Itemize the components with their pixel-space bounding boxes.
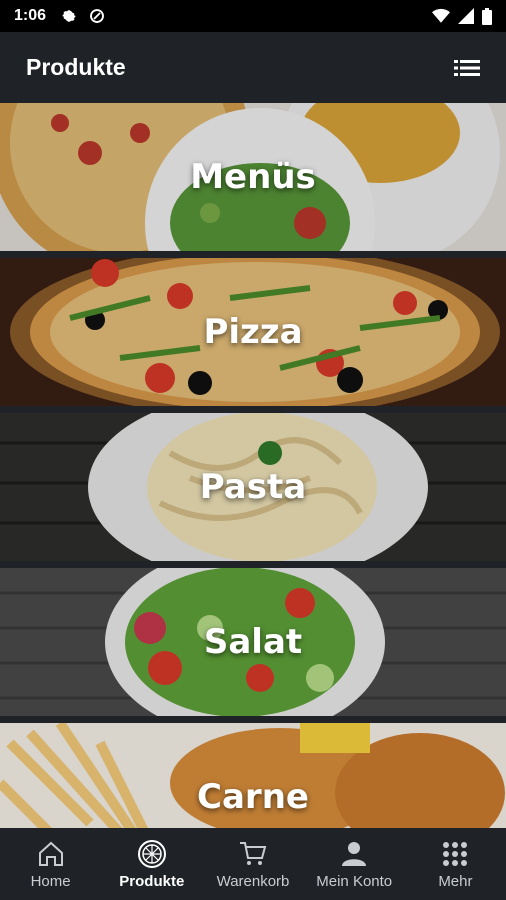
- signal-icon: [458, 8, 474, 24]
- wifi-icon: [432, 8, 450, 23]
- nav-mehr[interactable]: Mehr: [405, 828, 506, 900]
- app-bar: Produkte: [0, 32, 506, 103]
- pizza-icon: [137, 839, 166, 868]
- settings-icon: [62, 10, 76, 22]
- battery-icon: [482, 7, 492, 25]
- category-label: Salat: [203, 622, 303, 662]
- data-saver-icon: [90, 9, 104, 23]
- category-pizza[interactable]: Pizza: [0, 258, 506, 406]
- cart-icon: [240, 841, 267, 865]
- status-time: 1:06: [14, 7, 47, 24]
- list-view-icon[interactable]: [454, 57, 480, 79]
- nav-warenkorb[interactable]: Warenkorb: [202, 828, 303, 900]
- bottom-nav: Home Produkte Warenkorb Mein Konto Mehr: [0, 828, 506, 900]
- category-label: Carne: [197, 777, 309, 817]
- category-label: Pasta: [199, 467, 307, 507]
- nav-label: Mein Konto: [316, 872, 393, 890]
- category-pasta[interactable]: Pasta: [0, 413, 506, 561]
- category-menus[interactable]: Menüs: [0, 103, 506, 251]
- nav-label: Home: [30, 872, 71, 890]
- category-salat[interactable]: Salat: [0, 568, 506, 716]
- category-list: Menüs Pizza Pasta Salat Carne: [0, 103, 506, 828]
- category-carne[interactable]: Carne: [0, 723, 506, 828]
- grid-icon: [443, 841, 468, 866]
- home-icon: [38, 841, 63, 866]
- nav-home[interactable]: Home: [0, 828, 101, 900]
- nav-label: Mehr: [438, 872, 473, 890]
- nav-produkte[interactable]: Produkte: [101, 828, 202, 900]
- category-label: Menüs: [190, 157, 316, 197]
- category-label: Pizza: [203, 312, 303, 352]
- nav-mein-konto[interactable]: Mein Konto: [304, 828, 405, 900]
- nav-label: Warenkorb: [216, 872, 290, 890]
- page-title: Produkte: [26, 54, 126, 80]
- status-bar: 1:06: [0, 0, 506, 32]
- nav-label: Produkte: [119, 872, 185, 890]
- account-icon: [342, 841, 367, 866]
